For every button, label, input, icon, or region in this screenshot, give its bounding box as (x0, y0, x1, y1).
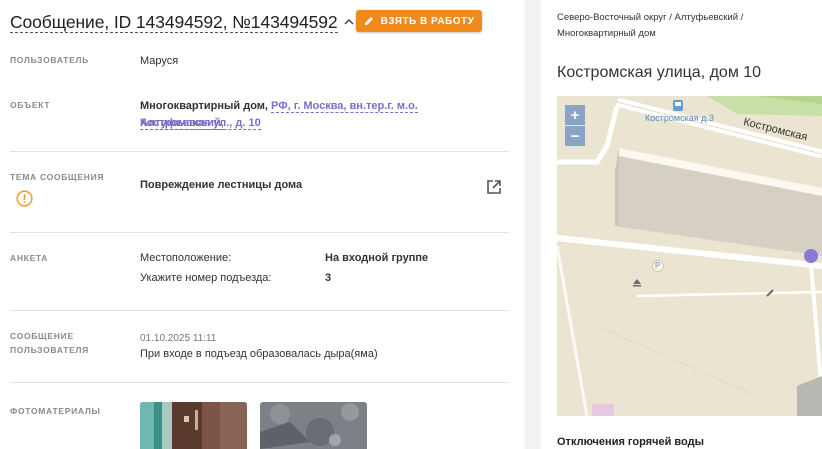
hot-water-outages-title: Отключения горячей воды (557, 436, 704, 448)
breadcrumb: Северо-Восточный округ / Алтуфьевский / … (557, 10, 807, 42)
form-question: Местоположение: (140, 252, 232, 264)
divider (10, 310, 509, 311)
user-value: Маруся (140, 55, 179, 67)
divider (10, 382, 509, 383)
chevron-up-icon[interactable] (343, 18, 354, 26)
page-title[interactable]: Сообщение, ID 143494592, №143494592 (10, 12, 338, 33)
zoom-in-button[interactable]: + (565, 105, 585, 125)
pencil-icon (364, 17, 373, 25)
map-parking-label: P (655, 261, 661, 270)
zoom-out-button[interactable]: − (565, 126, 585, 146)
topic-label: ТЕМА СООБЩЕНИЯ (10, 172, 105, 182)
breadcrumb-line[interactable]: Северо-Восточный округ / Алтуфьевский / (557, 10, 807, 26)
form-answer: 3 (325, 272, 332, 284)
photo-thumbnail[interactable] (140, 402, 247, 449)
form-answer: На входной группе (325, 252, 429, 264)
photo-thumbnail[interactable] (260, 402, 367, 449)
message-label: СООБЩЕНИЕ (10, 331, 74, 341)
open-external-icon[interactable] (485, 178, 503, 196)
take-to-work-label: ВЗЯТЬ В РАБОТУ (380, 15, 475, 27)
topic-value: Повреждение лестницы дома (140, 179, 303, 191)
object-label: ОБЪЕКТ (10, 100, 51, 110)
form-label: АНКЕТА (10, 253, 49, 263)
location-panel: Северо-Восточный округ / Алтуфьевский / … (541, 0, 822, 449)
object-address-link-2[interactable]: Костромская ул., д. 10 (140, 117, 261, 130)
warning-icon (16, 190, 33, 207)
form-question: Укажите номер подъезда: (140, 272, 272, 284)
divider (10, 232, 509, 233)
map-canvas (557, 96, 822, 416)
message-text: При входе в подъезд образовалась дыра(ям… (140, 348, 378, 360)
map-stop-label: Костромская д.3 (645, 113, 714, 123)
user-label: ПОЛЬЗОВАТЕЛЬ (10, 55, 89, 65)
map[interactable]: + − Костромская д.3 Костромская P (557, 96, 822, 416)
title-row: Сообщение, ID 143494592, №143494592 (10, 10, 354, 34)
message-label-line2: ПОЛЬЗОВАТЕЛЯ (10, 345, 89, 355)
object-type: Многоквартирный дом, (140, 100, 268, 112)
message-panel: Сообщение, ID 143494592, №143494592 ВЗЯТ… (0, 0, 525, 449)
address-title: Костромская улица, дом 10 (557, 64, 762, 81)
take-to-work-button[interactable]: ВЗЯТЬ В РАБОТУ (356, 10, 482, 32)
photos-label: ФОТОМАТЕРИАЛЫ (10, 406, 101, 416)
divider (10, 151, 509, 152)
message-date: 01.10.2025 11:11 (140, 333, 217, 344)
breadcrumb-line[interactable]: Многоквартирный дом (557, 26, 807, 42)
object-value-line2: Костромская ул., д. 10 (140, 115, 261, 132)
